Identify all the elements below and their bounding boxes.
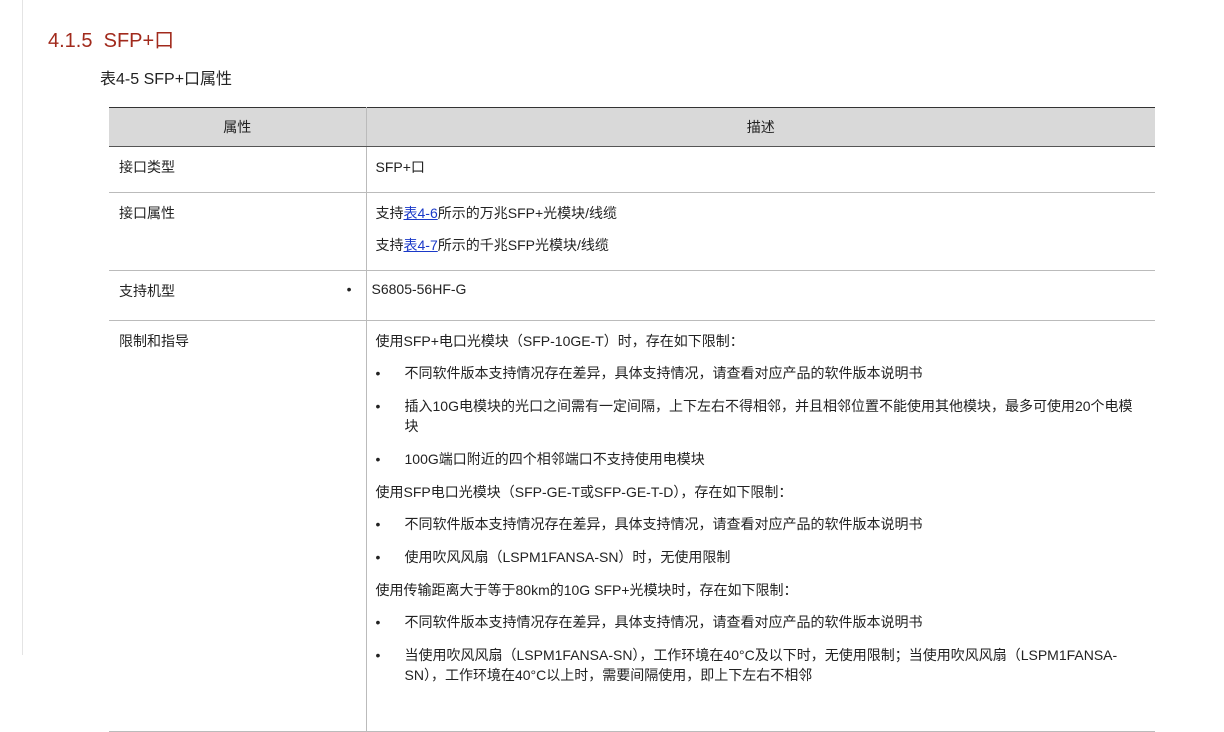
list-item-text: 不同软件版本支持情况存在差异，具体支持情况，请查看对应产品的软件版本说明书 (404, 516, 923, 532)
table-row-supported-models: 支持机型 • S6805-56HF-G (109, 270, 1155, 321)
bullet-icon: • (346, 281, 352, 297)
section-title: SFP+口 (103, 30, 175, 52)
cell-key-text: 支持机型 (119, 283, 175, 299)
text: 所示的万兆SFP+光模块/线缆 (437, 205, 618, 221)
table-caption: 表4-5 SFP+口属性 (100, 71, 233, 88)
bullet-icon: • (375, 549, 381, 565)
list-item: • 当使用吹风风扇（LSPM1FANSA-SN），工作环境在40°C及以下时，无使… (376, 645, 1156, 685)
table-row-interface-type: 接口类型 SFP+口 (109, 146, 1155, 193)
bullet-icon: • (375, 647, 381, 663)
bullet-icon: • (375, 398, 381, 414)
list-item: • 插入10G电模块的光口之间需有一定间隔，上下左右不得相邻，并且相邻位置不能使用… (376, 396, 1156, 436)
cell-key: 接口类型 (109, 146, 367, 193)
cell-key: 接口属性 (109, 192, 367, 271)
list-item-text: 100G端口附近的四个相邻端口不支持使用电模块 (404, 451, 705, 467)
list-item-text: 不同软件版本支持情况存在差异，具体支持情况，请查看对应产品的软件版本说明书 (404, 614, 923, 630)
list-item: • 不同软件版本支持情况存在差异，具体支持情况，请查看对应产品的软件版本说明书 (376, 363, 1156, 383)
cell-value: S6805-56HF-G (366, 270, 1155, 321)
list-item: • 不同软件版本支持情况存在差异，具体支持情况，请查看对应产品的软件版本说明书 (376, 514, 1156, 534)
list-item-text: 当使用吹风风扇（LSPM1FANSA-SN），工作环境在40°C及以下时，无使用… (404, 647, 1118, 683)
cell-key: 限制和指导 (109, 320, 367, 732)
attr-line-10g: 支持表4-6所示的万兆SFP+光模块/线缆 (376, 203, 1156, 223)
list-item: • 使用吹风风扇（LSPM1FANSA-SN）时，无使用限制 (376, 547, 1156, 567)
limit-intro-80km: 使用传输距离大于等于80km的10G SFP+光模块时，存在如下限制： (375, 582, 798, 598)
limit-intro-sfp-ge-t: 使用SFP电口光模块（SFP-GE-T或SFP-GE-T-D），存在如下限制： (375, 484, 793, 500)
text: 所示的千兆SFP光模块/线缆 (437, 237, 609, 253)
page-left-border (22, 0, 23, 655)
bullet-icon: • (375, 614, 381, 630)
sfp-attributes-table: 属性 描述 接口类型 SFP+口 接口属性 支持表4-6所示的万兆SFP+光模块… (109, 107, 1155, 732)
header-description: 描述 (366, 107, 1155, 147)
table-header-row: 属性 描述 (109, 107, 1155, 147)
attr-line-1g: 支持表4-7所示的千兆SFP光模块/线缆 (376, 235, 1156, 255)
list-item-text: 插入10G电模块的光口之间需有一定间隔，上下左右不得相邻，并且相邻位置不能使用其… (404, 398, 1133, 434)
limit-intro-sfp-10ge-t: 使用SFP+电口光模块（SFP-10GE-T）时，存在如下限制： (375, 333, 744, 349)
bullet-icon: • (375, 451, 381, 467)
link-table-4-6[interactable]: 表4-6 (404, 205, 438, 221)
text: 支持 (375, 237, 404, 253)
bullet-icon: • (375, 516, 381, 532)
cell-value: SFP+口 (366, 146, 1155, 193)
list-item: • 100G端口附近的四个相邻端口不支持使用电模块 (376, 449, 1156, 469)
bullet-icon: • (375, 365, 381, 381)
link-table-4-7[interactable]: 表4-7 (404, 237, 438, 253)
header-attribute: 属性 (109, 107, 367, 147)
cell-key: 支持机型 • (109, 270, 367, 321)
section-heading: 4.1.5 SFP+口 (48, 24, 174, 53)
list-item: • 不同软件版本支持情况存在差异，具体支持情况，请查看对应产品的软件版本说明书 (376, 612, 1156, 632)
text: 支持 (375, 205, 404, 221)
table-row-limitations: 限制和指导 使用SFP+电口光模块（SFP-10GE-T）时，存在如下限制： •… (109, 320, 1156, 732)
table-row-interface-attribute: 接口属性 支持表4-6所示的万兆SFP+光模块/线缆 支持表4-7所示的千兆SF… (109, 192, 1156, 271)
cell-value: 支持表4-6所示的万兆SFP+光模块/线缆 支持表4-7所示的千兆SFP光模块/… (366, 192, 1156, 271)
cell-value: 使用SFP+电口光模块（SFP-10GE-T）时，存在如下限制： • 不同软件版本… (366, 320, 1156, 732)
section-number: 4.1.5 (48, 30, 93, 52)
list-item-text: 不同软件版本支持情况存在差异，具体支持情况，请查看对应产品的软件版本说明书 (404, 365, 923, 381)
list-item-text: 使用吹风风扇（LSPM1FANSA-SN）时，无使用限制 (404, 549, 731, 565)
